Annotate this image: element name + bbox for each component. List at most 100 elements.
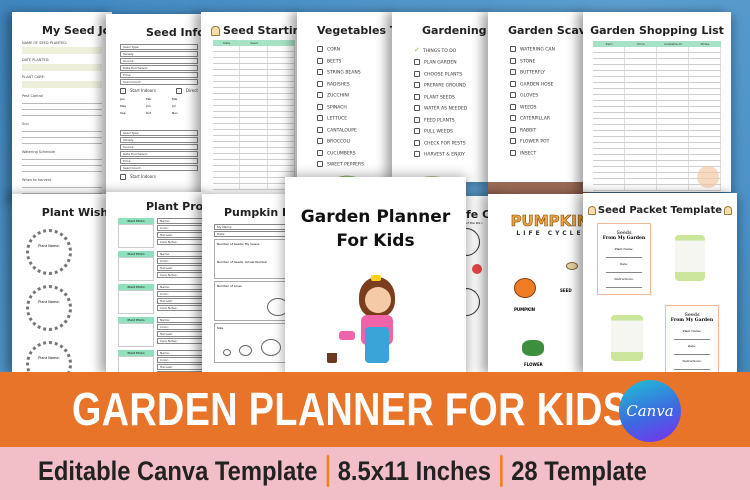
page-seed-journal: My Seed Jou NAME OF SEED PLANTED: DATE P… (12, 12, 112, 202)
page-title: Seed Starting T (201, 24, 301, 37)
field: Date: (606, 262, 642, 273)
field: Color: (157, 291, 204, 297)
page-title: Vegetables To (317, 24, 397, 37)
page-title: Seed Informa (146, 26, 206, 39)
page-title: Garden Shopping List (590, 24, 724, 37)
item-label: FEED PLANTS (424, 118, 455, 123)
checkbox (510, 103, 516, 110)
field: Date: (674, 344, 710, 355)
checkbox (414, 128, 420, 134)
subtitle-item: 8.5x11 Inches (337, 455, 491, 486)
month: Oct (146, 111, 152, 115)
title-text: Seed Starting T (223, 24, 301, 37)
field: My Name: (214, 224, 294, 230)
field: Care Notes: (157, 272, 204, 278)
field: Color: (157, 258, 204, 264)
item-label: LETTUCE (327, 116, 348, 122)
checklist-item: CATERPILLAR (510, 115, 588, 122)
subtitle-text: Editable Canva Template 8.5x11 Inches 28… (38, 455, 647, 487)
field: Harvest: (157, 364, 204, 370)
profile-block: Plant PhotoName:Color:Harvest:Care Notes… (118, 284, 204, 314)
field-label: DATE PLANTED: (22, 58, 50, 62)
stage-label: SEED (560, 288, 572, 293)
section-label: Number of Lines (217, 284, 242, 288)
profile-block: Plant PhotoName:Color:Harvest:Care Notes… (118, 218, 204, 248)
wreath-label: Plant Name: (38, 244, 60, 248)
field: Care Notes: (157, 239, 204, 245)
section-label: Number of Seeds: Actual Number (217, 260, 268, 264)
checklist-item: CANTALOUPE (317, 126, 397, 133)
seed-bag-icon (211, 26, 220, 36)
subtitle-item: 28 Template (511, 455, 647, 486)
item-label: CANTALOUPE (327, 128, 357, 133)
checklist-item: BROCCOLI (317, 138, 397, 145)
item-label: HARVEST & ENJOY (424, 152, 465, 158)
checkbox (414, 116, 420, 123)
column-header: Date (223, 41, 231, 45)
item-label: SPINACH (327, 105, 347, 110)
checkbox (510, 149, 516, 156)
item-label: RABBIT (520, 128, 537, 133)
page-seed-starting: Seed Starting T Date Seed (201, 12, 301, 202)
checklist-item: CUCUMBERS (317, 149, 397, 156)
checkbox (510, 80, 516, 87)
pumpkin-icon (514, 278, 536, 298)
checkbox (414, 70, 420, 77)
field: Plant Name: (606, 247, 642, 258)
checkbox (510, 57, 516, 64)
item-label: WATERING CAN (520, 47, 555, 53)
wreath-label: Plant Name: (38, 300, 60, 304)
section-label: Size (217, 326, 224, 330)
column-header: Available At (664, 42, 682, 46)
month: Jul (172, 104, 176, 108)
field: Color: (157, 324, 204, 330)
month: Mar (172, 97, 178, 101)
field: Source: (120, 58, 198, 64)
checklist-item: LETTUCE (317, 115, 397, 122)
checkbox (317, 115, 323, 121)
month: Jan (120, 97, 125, 101)
page-title: Pumpkin Inv (224, 206, 294, 219)
field: Color: (157, 225, 204, 231)
title-text: Seed Packet Template (597, 205, 723, 216)
seed-bag-illustration (675, 235, 705, 281)
checklist-item: FLOWER POT (510, 138, 588, 145)
field: Seed Count: (120, 165, 198, 171)
checkbox (317, 126, 323, 133)
checkbox (120, 174, 126, 180)
item-label: CUCUMBERS (327, 151, 356, 156)
seed-bag-icon (587, 205, 596, 215)
checklist-item: WATER AS NEEDED (414, 105, 492, 112)
page-title: Seed Packet Template (583, 205, 737, 216)
field-label: PLANT CARE: (22, 75, 46, 79)
seed-bag-illustration (611, 315, 643, 361)
column-header: Item (605, 42, 613, 46)
stage-label: FLOWER (524, 362, 543, 367)
field: Harvest: (157, 331, 204, 337)
field: Plant Name: (674, 329, 710, 340)
item-label: INSECT (520, 151, 537, 156)
checkbox (414, 59, 420, 65)
pumpkin-icon (239, 345, 252, 356)
checklist-item: RADISHES (317, 80, 397, 87)
field: Variety (120, 51, 198, 57)
flower-icon (472, 264, 482, 274)
stage-label: PUMPKIN (514, 307, 536, 312)
checkbox (317, 138, 323, 144)
page-seed-packet: Seed Packet Template Seeds From My Garde… (583, 193, 737, 374)
wreath-frame: Plant Name: (26, 285, 72, 331)
flower-icon (522, 340, 544, 356)
checkmark-icon: ✓ (414, 46, 420, 54)
item-label: CHECK FOR PESTS (424, 141, 466, 146)
checkbox (414, 139, 420, 146)
checklist-item: HARVEST & ENJOY (414, 151, 492, 158)
separator (499, 455, 503, 487)
checkbox (414, 82, 420, 88)
soil-illustration (488, 174, 588, 194)
checklist-item: BEETS (317, 57, 397, 64)
field: Care Notes: (157, 305, 204, 311)
field: Harvest: (157, 298, 204, 304)
field: Seed Type: (120, 44, 198, 50)
cover-title-line2: For Kids (336, 231, 415, 251)
checklist-item: STRING BEANS (317, 69, 397, 76)
